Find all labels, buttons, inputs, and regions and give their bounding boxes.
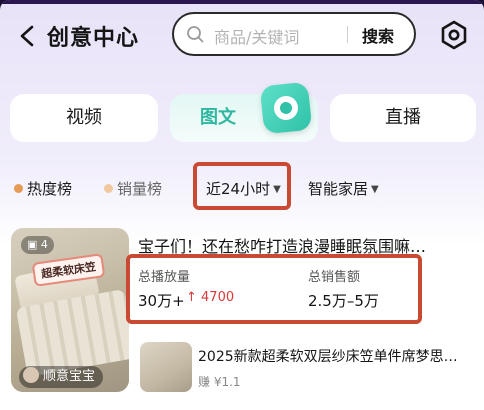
filter-sales-label: 销量榜 [117, 180, 163, 198]
author-name: 顺意宝宝 [43, 369, 96, 384]
avatar [23, 367, 39, 383]
tab-video-label: 视频 [66, 107, 102, 128]
screen: 创意中心 商品/关键词 搜索 视频 图文 直播 热度榜 销量榜 近24小时▼ [0, 0, 484, 410]
tab-live-label: 直播 [385, 107, 421, 128]
filter-hot-label: 热度榜 [27, 180, 73, 198]
image-count: 4 [40, 238, 48, 251]
search-icon [187, 26, 204, 43]
filter-category-dropdown[interactable]: 智能家居 ▼ [308, 178, 379, 199]
frame-edge [0, 0, 484, 4]
filter-sales-ranking[interactable]: 销量榜 [104, 178, 162, 199]
highlight-box-time [193, 162, 291, 210]
page-title: 创意中心 [47, 26, 140, 51]
filter-hot-ranking[interactable]: 热度榜 [14, 178, 72, 199]
product-earn: 赚 ¥1.1 [198, 375, 241, 389]
settings-hexagon-icon[interactable] [438, 19, 470, 51]
search-divider [347, 26, 348, 43]
sticker-circle [272, 94, 300, 122]
product-thumbnail[interactable] [140, 342, 192, 392]
product-title[interactable]: 2025新款超柔软双层纱床笠单件席梦思… [198, 346, 480, 366]
tab-live[interactable]: 直播 [330, 94, 476, 142]
sales-dot-icon [104, 184, 113, 193]
hot-dot-icon [14, 184, 23, 193]
tab-video[interactable]: 视频 [10, 94, 158, 142]
tab-image-text-label: 图文 [200, 107, 236, 128]
back-arrow-icon[interactable] [18, 25, 40, 47]
search-input[interactable]: 商品/关键词 [214, 24, 299, 48]
image-icon: ▣ [27, 238, 41, 251]
search-button[interactable]: 搜索 [362, 23, 394, 47]
filter-category-label: 智能家居 [308, 180, 369, 198]
search-bar[interactable]: 商品/关键词 搜索 [172, 12, 416, 56]
active-tab-sticker-icon [259, 81, 313, 135]
author-badge[interactable]: 顺意宝宝 [19, 366, 104, 388]
caret-down-icon: ▼ [371, 184, 379, 195]
sticker-dot [279, 101, 293, 115]
post-thumbnail[interactable]: ▣ 4 超柔软床笠 顺意宝宝 [11, 228, 129, 392]
highlight-box-stats [126, 254, 422, 324]
image-count-badge: ▣ 4 [21, 236, 54, 254]
